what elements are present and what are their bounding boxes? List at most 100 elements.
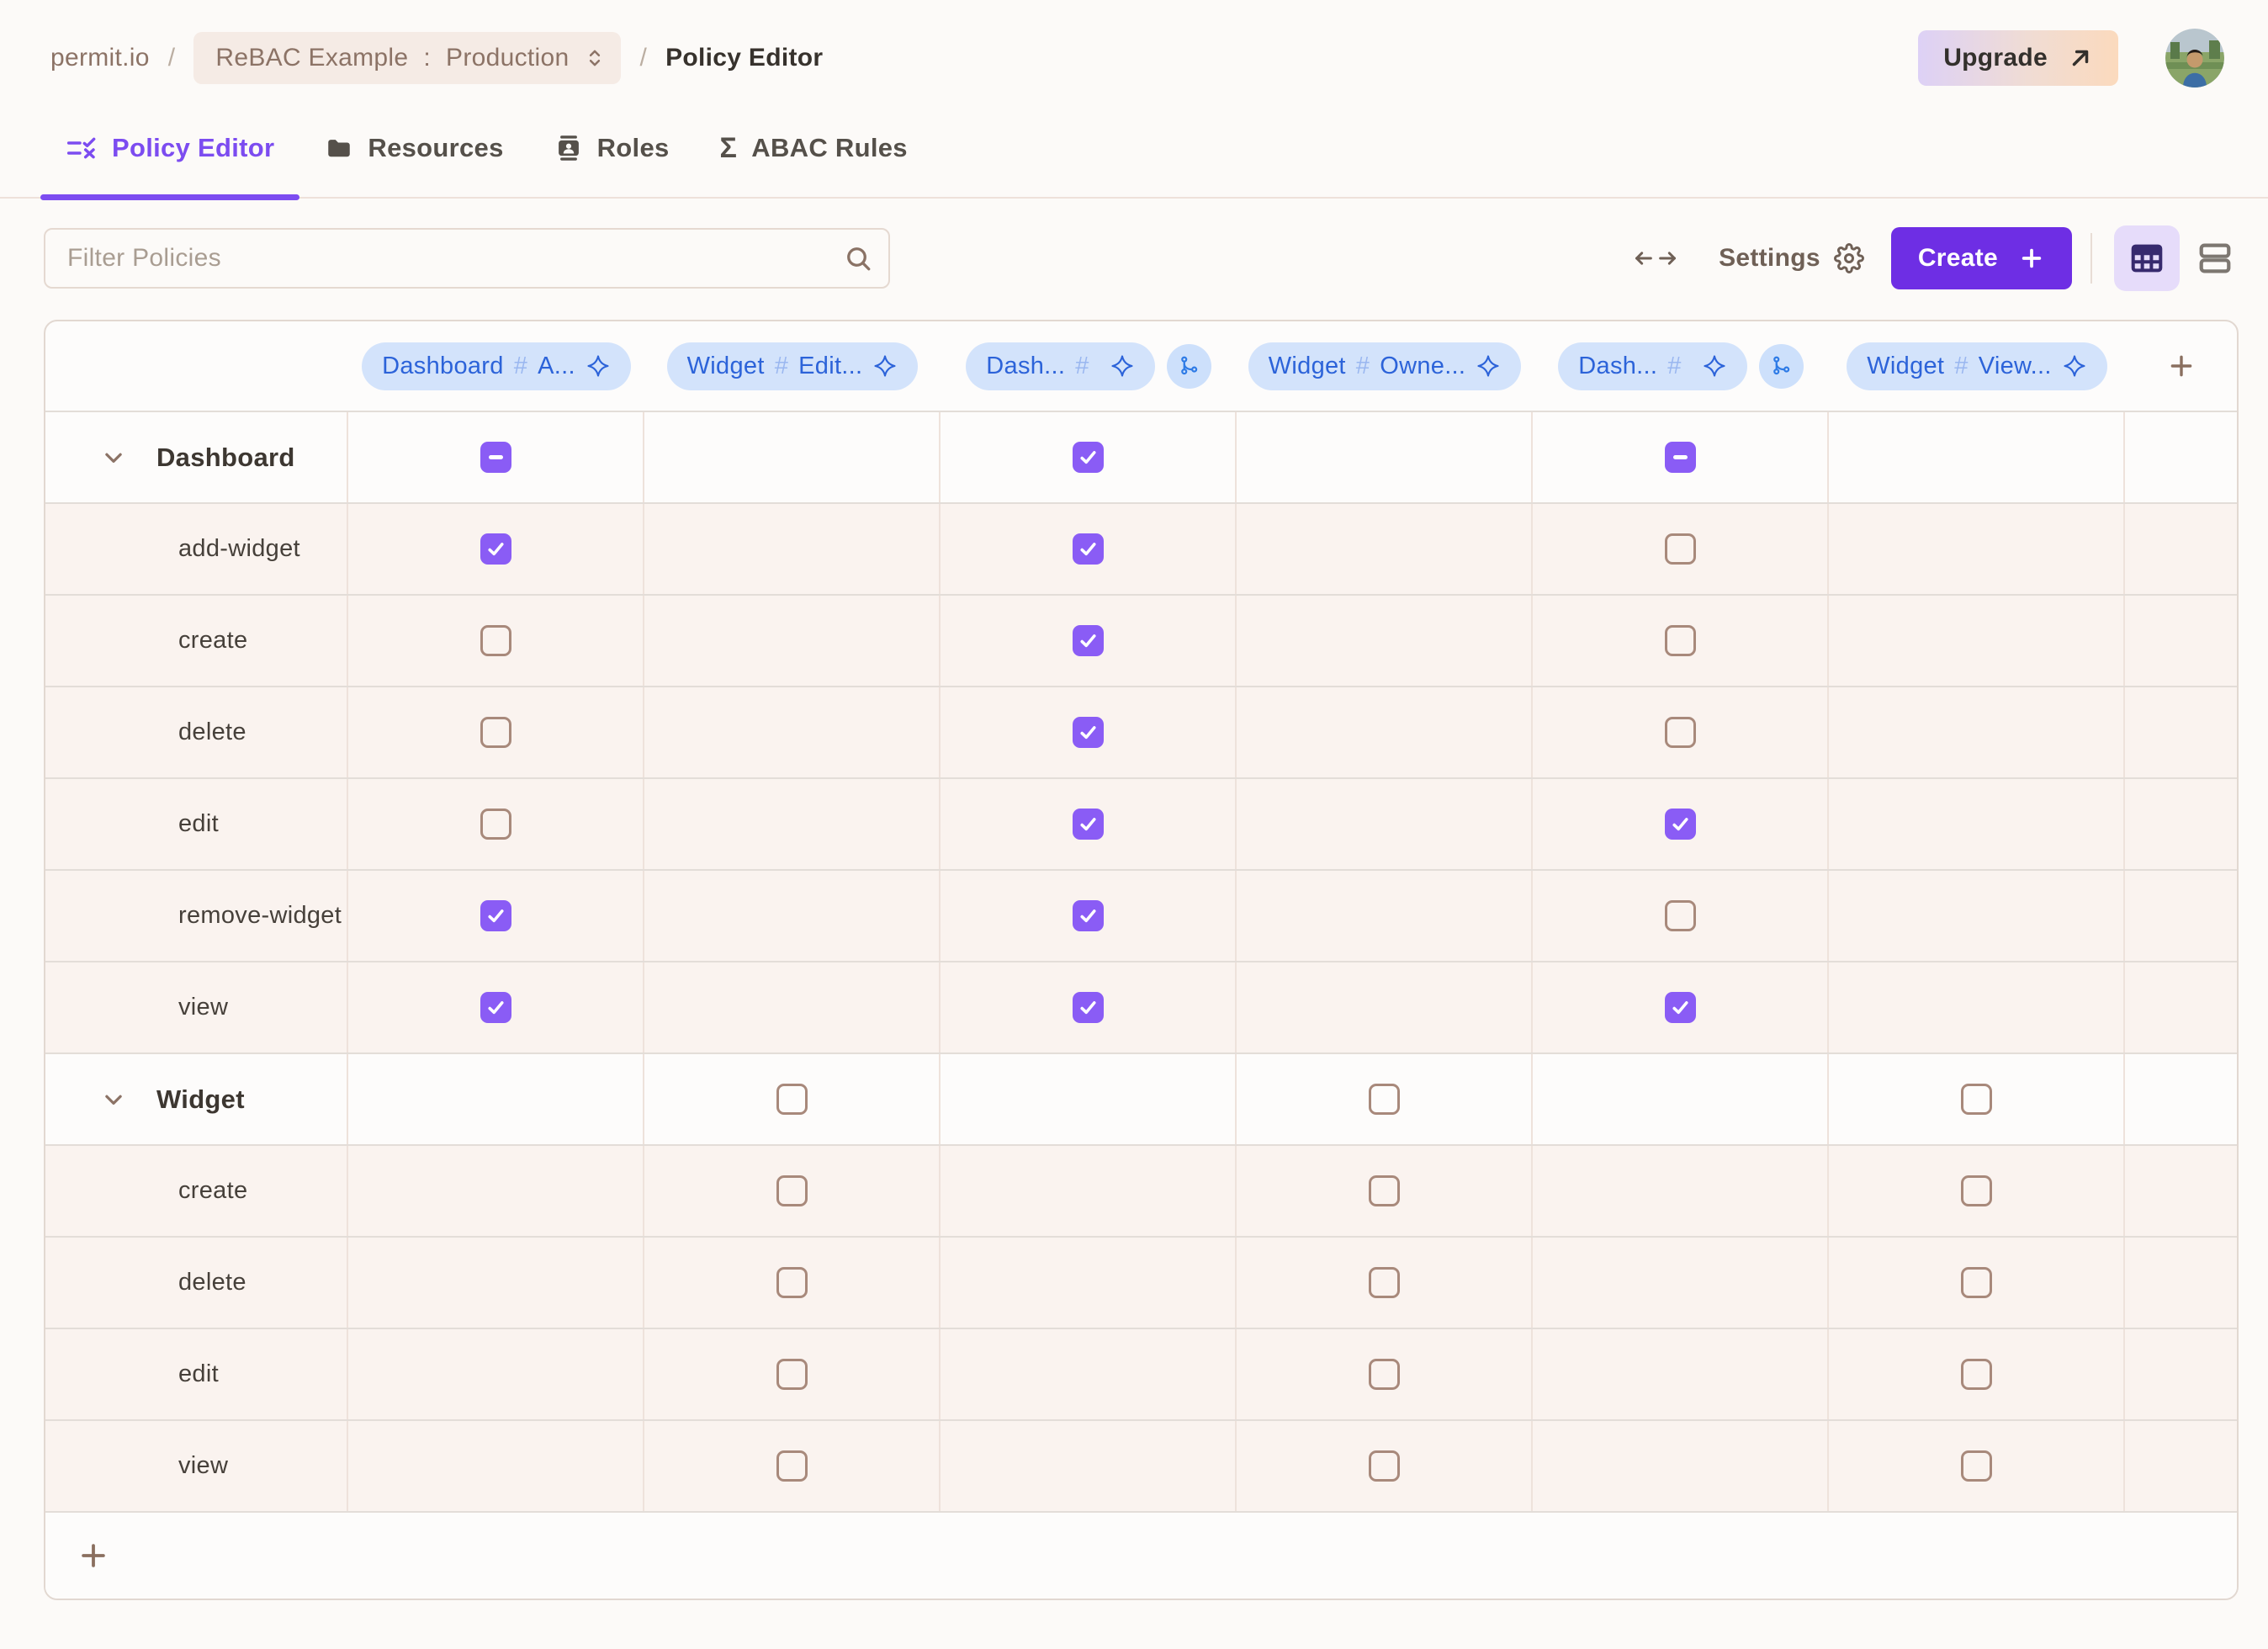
list-view-toggle[interactable]	[2188, 225, 2242, 291]
gear-icon	[1834, 243, 1864, 273]
checkbox-unchecked[interactable]	[1369, 1359, 1400, 1390]
role-pill-hash: #	[1667, 353, 1681, 380]
add-role-column-button[interactable]	[2125, 352, 2237, 380]
tab-abac-rules[interactable]: Σ ABAC Rules	[695, 121, 933, 197]
checkbox-checked[interactable]	[1665, 992, 1696, 1023]
user-avatar[interactable]	[2165, 29, 2224, 87]
project-environment-selector[interactable]: ReBAC Example : Production	[193, 32, 621, 84]
permission-cell	[941, 1421, 1237, 1511]
row-label: Dashboard	[156, 443, 295, 473]
chevron-down-icon[interactable]	[101, 1087, 126, 1112]
checkbox-unchecked[interactable]	[1961, 1267, 1992, 1298]
checkbox-unchecked[interactable]	[1961, 1359, 1992, 1390]
role-pill[interactable]: Widget#Edit...	[667, 342, 919, 390]
grid-view-toggle[interactable]	[2114, 225, 2180, 291]
arrows-left-right-icon[interactable]	[1633, 246, 1678, 271]
row-label: delete	[178, 1269, 246, 1296]
checkbox-checked[interactable]	[1073, 809, 1104, 840]
topbar: permit.io / ReBAC Example : Production /…	[0, 0, 2268, 99]
checkbox-unchecked[interactable]	[776, 1084, 808, 1115]
filter-policies-input[interactable]	[44, 228, 890, 289]
search-icon[interactable]	[843, 243, 873, 273]
role-pill[interactable]: Dash...#	[966, 342, 1154, 390]
action-label-cell: edit	[45, 779, 348, 869]
checkbox-checked[interactable]	[480, 992, 511, 1023]
breadcrumb-org[interactable]: permit.io	[50, 44, 150, 72]
add-resource-button[interactable]	[77, 1540, 109, 1572]
tab-roles[interactable]: Roles	[529, 121, 695, 197]
derived-role-icon[interactable]	[1167, 344, 1211, 389]
action-label-cell: create	[45, 596, 348, 686]
sparkle-icon	[872, 353, 898, 379]
checkbox-unchecked[interactable]	[776, 1359, 808, 1390]
settings-button[interactable]: Settings	[1719, 243, 1864, 273]
derived-role-icon[interactable]	[1759, 344, 1804, 389]
tab-policy-editor[interactable]: Policy Editor	[40, 121, 299, 197]
upgrade-button[interactable]: Upgrade	[1918, 30, 2118, 86]
checkbox-checked[interactable]	[1073, 533, 1104, 565]
permission-cell	[1533, 687, 1829, 777]
checkbox-unchecked[interactable]	[1961, 1175, 1992, 1206]
checkbox-unchecked[interactable]	[1369, 1267, 1400, 1298]
checkbox-checked[interactable]	[1073, 442, 1104, 473]
role-pill-label: Widget	[1269, 353, 1346, 380]
permission-cell	[1533, 412, 1829, 502]
checkbox-unchecked[interactable]	[1961, 1450, 1992, 1482]
checkbox-unchecked[interactable]	[776, 1450, 808, 1482]
checkbox-unchecked[interactable]	[480, 809, 511, 840]
checkbox-checked[interactable]	[1073, 625, 1104, 656]
breadcrumb-project: ReBAC Example	[215, 44, 408, 72]
role-pill[interactable]: Dash...#	[1558, 342, 1746, 390]
permission-cell	[348, 596, 644, 686]
project-env-separator: :	[423, 44, 431, 72]
checkbox-unchecked[interactable]	[776, 1175, 808, 1206]
tab-label: ABAC Rules	[751, 133, 908, 163]
checkbox-unchecked[interactable]	[1665, 533, 1696, 565]
checkbox-indeterminate[interactable]	[480, 442, 511, 473]
action-label-cell: delete	[45, 1238, 348, 1328]
permission-cell	[644, 504, 941, 594]
checkbox-indeterminate[interactable]	[1665, 442, 1696, 473]
permission-cell	[1237, 1329, 1533, 1419]
role-pill-label: Widget	[687, 353, 765, 380]
action-row: create	[45, 594, 2237, 686]
permission-cell	[644, 1238, 941, 1328]
permission-cell	[644, 1421, 941, 1511]
checkbox-unchecked[interactable]	[480, 717, 511, 748]
role-pill[interactable]: Widget#View...	[1847, 342, 2107, 390]
avatar-photo	[2165, 29, 2224, 87]
checkbox-unchecked[interactable]	[1369, 1450, 1400, 1482]
checkbox-unchecked[interactable]	[1665, 900, 1696, 931]
checkbox-checked[interactable]	[1073, 992, 1104, 1023]
permission-cell	[644, 962, 941, 1052]
permission-cell	[1829, 871, 2125, 961]
topbar-right: Upgrade	[1918, 29, 2224, 87]
permission-cell	[1533, 596, 1829, 686]
checkbox-unchecked[interactable]	[1665, 625, 1696, 656]
checkbox-unchecked[interactable]	[776, 1267, 808, 1298]
checkbox-checked[interactable]	[1073, 900, 1104, 931]
checkbox-checked[interactable]	[480, 533, 511, 565]
checkbox-unchecked[interactable]	[1961, 1084, 1992, 1115]
sparkle-icon	[1702, 353, 1727, 379]
permission-cell	[1829, 1421, 2125, 1511]
checkbox-unchecked[interactable]	[1369, 1175, 1400, 1206]
checkbox-unchecked[interactable]	[1665, 717, 1696, 748]
checkbox-checked[interactable]	[1073, 717, 1104, 748]
action-label-cell: add-widget	[45, 504, 348, 594]
checkbox-unchecked[interactable]	[480, 625, 511, 656]
create-button[interactable]: Create	[1891, 227, 2072, 289]
permission-cell	[644, 1146, 941, 1236]
checkbox-checked[interactable]	[480, 900, 511, 931]
permission-cell	[348, 962, 644, 1052]
permission-cell	[1237, 504, 1533, 594]
checkbox-checked[interactable]	[1665, 809, 1696, 840]
role-pill[interactable]: Widget#Owne...	[1248, 342, 1522, 390]
role-pill[interactable]: Dashboard#A...	[362, 342, 631, 390]
chevron-down-icon[interactable]	[101, 445, 126, 470]
permission-cell	[644, 412, 941, 502]
checkbox-unchecked[interactable]	[1369, 1084, 1400, 1115]
tab-resources[interactable]: Resources	[299, 121, 528, 197]
action-row: view	[45, 961, 2237, 1052]
spacer-cell	[2125, 1054, 2237, 1144]
